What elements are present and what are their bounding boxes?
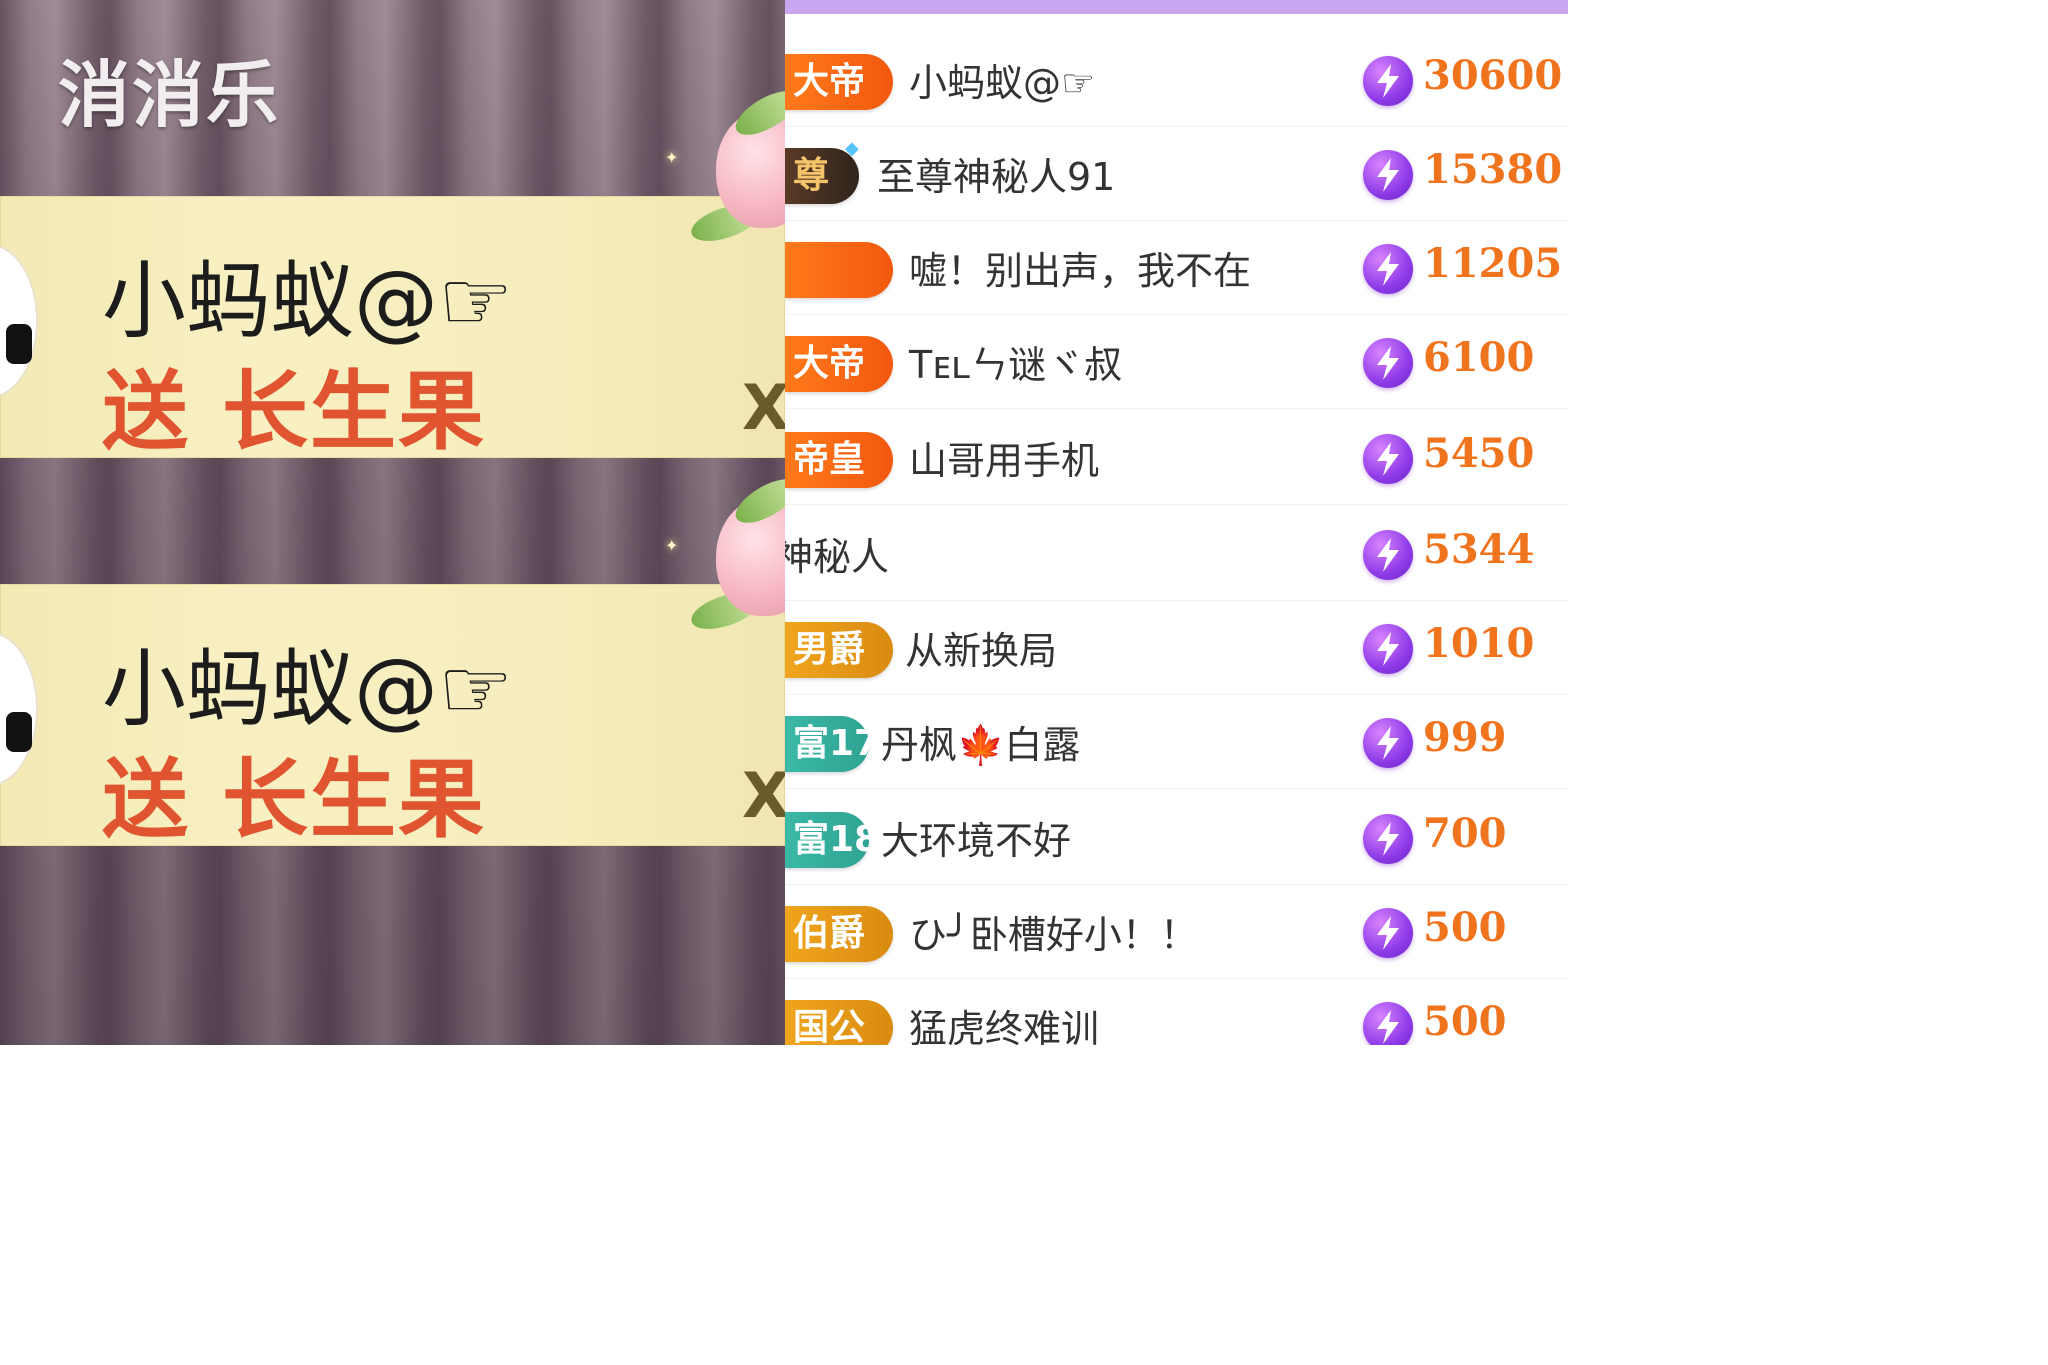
lightning-bolt-icon	[1363, 624, 1413, 674]
ranking-row[interactable]: 伯爵 ひ╯卧槽好小！！ 500	[785, 882, 1568, 979]
score-value: 15380	[1423, 146, 1563, 193]
score-value: 500	[1423, 998, 1507, 1045]
level-badge: 富17	[785, 716, 879, 772]
ranking-row[interactable]: 大帝 Tᴇʟㄣ谜ヾ叔 6100	[785, 312, 1568, 409]
gift-banner: 小蚂蚁@☞ 送 长生果 X	[0, 584, 785, 850]
ranking-row[interactable]: 神秘人 5344	[785, 504, 1568, 601]
level-badge: 男爵	[785, 622, 893, 678]
lightning-bolt-icon	[1363, 530, 1413, 580]
ranking-row[interactable]: 尊 ◆ 至尊神秘人91 15380	[785, 124, 1568, 221]
live-stream-panel: 消消乐 ✦ ✦ 小蚂蚁@☞ 送 长生果 X 小蚂蚁@☞ 送 长生果 X	[0, 0, 785, 1045]
ranking-list[interactable]: 大帝 小蚂蚁@☞ 30600 尊 ◆ 至尊神秘人91 15380 嘘！别出声，我…	[785, 0, 1568, 1045]
level-badge: 伯爵	[785, 906, 893, 962]
ranking-row[interactable]: 富18 大环境不好 700	[785, 788, 1568, 885]
level-badge	[785, 242, 893, 298]
lightning-bolt-icon	[1363, 814, 1413, 864]
room-title: 消消乐	[58, 53, 281, 137]
score-value: 500	[1423, 904, 1507, 951]
ranking-row[interactable]: 国公 猛虎终难训 500	[785, 976, 1568, 1045]
lightning-bolt-icon	[1363, 244, 1413, 294]
user-name[interactable]: 猛虎终难训	[909, 998, 1099, 1045]
score-value: 11205	[1423, 240, 1563, 287]
score-value: 1010	[1423, 620, 1535, 667]
avatar	[0, 632, 38, 786]
peach-gift-icon	[687, 82, 785, 249]
user-name[interactable]: 至尊神秘人91	[877, 146, 1115, 201]
lightning-bolt-icon	[1363, 56, 1413, 106]
score-value: 5450	[1423, 430, 1535, 477]
user-name[interactable]: 大环境不好	[881, 810, 1071, 865]
peach-gift-icon	[687, 470, 785, 637]
score-value: 6100	[1423, 334, 1535, 381]
level-badge: 富18	[785, 812, 879, 868]
lightning-bolt-icon	[1363, 434, 1413, 484]
sparkle-icon: ✦	[665, 536, 679, 555]
gift-sender-name: 小蚂蚁@☞	[102, 252, 514, 350]
lightning-bolt-icon	[1363, 908, 1413, 958]
user-name[interactable]: 小蚂蚁@☞	[909, 52, 1095, 107]
score-value: 30600	[1423, 52, 1563, 99]
ranking-row[interactable]: 大帝 小蚂蚁@☞ 30600	[785, 30, 1568, 127]
ranking-header-bar	[785, 0, 1568, 14]
user-name[interactable]: Tᴇʟㄣ谜ヾ叔	[909, 334, 1122, 389]
lightning-bolt-icon	[1363, 718, 1413, 768]
user-name[interactable]: ひ╯卧槽好小！！	[909, 904, 1198, 959]
ranking-row[interactable]: 男爵 从新换局 1010	[785, 598, 1568, 695]
lightning-bolt-icon	[1363, 338, 1413, 388]
gift-action-text: 送 长生果	[102, 362, 486, 462]
user-name[interactable]: 丹枫🍁白露	[881, 714, 1080, 769]
ranking-row[interactable]: 帝皇 山哥用手机 5450	[785, 408, 1568, 505]
avatar	[0, 244, 38, 398]
gift-count: X	[742, 759, 785, 832]
gift-count: X	[742, 371, 785, 444]
ranking-row[interactable]: 富17 丹枫🍁白露 999	[785, 692, 1568, 789]
lightning-bolt-icon	[1363, 150, 1413, 200]
level-badge: 国公	[785, 1000, 893, 1045]
score-value: 5344	[1423, 526, 1535, 573]
ranking-row[interactable]: 嘘！别出声，我不在 11205	[785, 218, 1568, 315]
user-name[interactable]: 山哥用手机	[909, 430, 1099, 485]
level-badge: 大帝	[785, 54, 893, 110]
user-name[interactable]: 从新换局	[905, 620, 1057, 675]
lightning-bolt-icon	[1363, 1002, 1413, 1045]
user-name[interactable]: 神秘人	[785, 526, 889, 581]
gift-action-text: 送 长生果	[102, 750, 486, 850]
user-name[interactable]: 嘘！别出声，我不在	[909, 240, 1251, 295]
score-value: 700	[1423, 810, 1507, 857]
score-value: 999	[1423, 714, 1507, 761]
level-badge: 帝皇	[785, 432, 893, 488]
level-badge: 大帝	[785, 336, 893, 392]
gift-banner: 小蚂蚁@☞ 送 长生果 X	[0, 196, 785, 462]
gift-sender-name: 小蚂蚁@☞	[102, 640, 514, 738]
sparkle-icon: ✦	[665, 148, 679, 167]
diamond-icon: ◆	[845, 138, 859, 159]
